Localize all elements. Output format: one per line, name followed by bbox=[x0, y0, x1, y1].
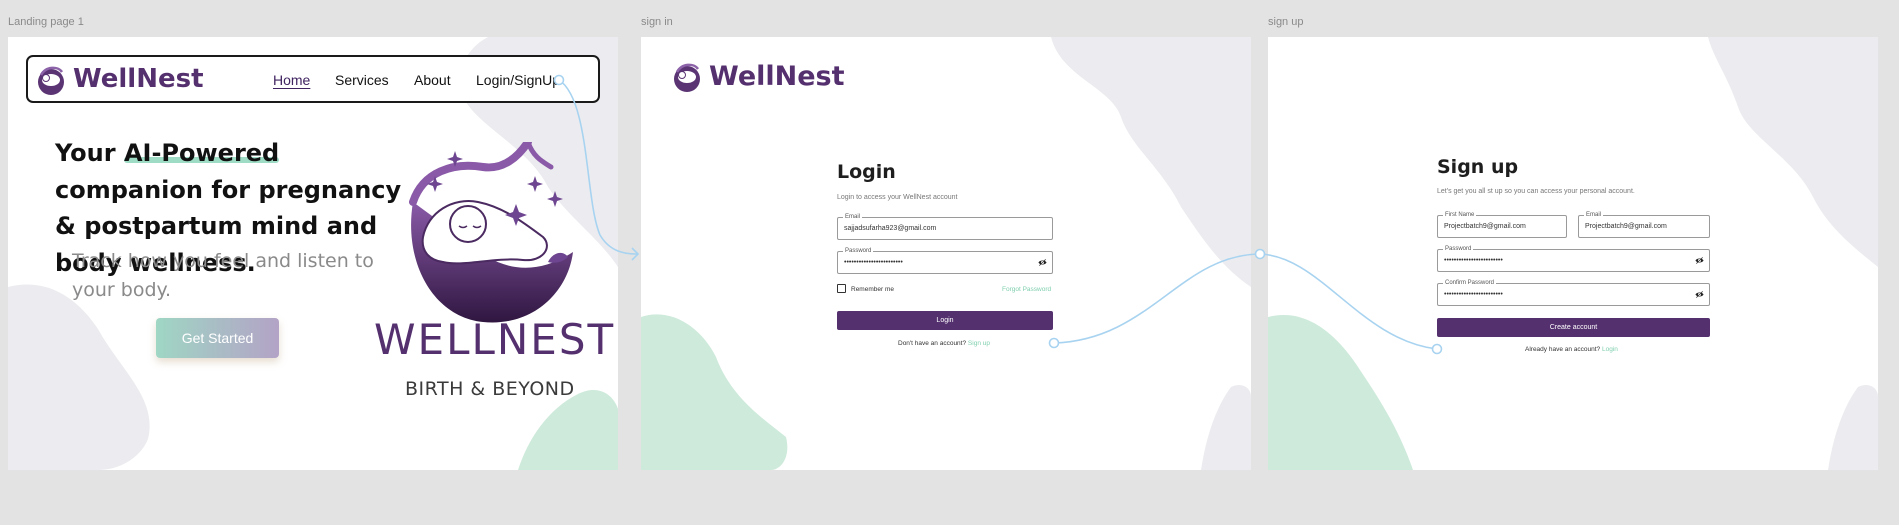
first-name-field[interactable]: First Name Projectbatch9@gmail.com bbox=[1437, 211, 1567, 238]
login-password-value: •••••••••••••••••••••••• bbox=[844, 259, 903, 266]
hero-heading-prefix: Your bbox=[55, 139, 124, 167]
first-name-label: First Name bbox=[1443, 211, 1477, 219]
nav-about[interactable]: About bbox=[414, 72, 451, 88]
nav-services[interactable]: Services bbox=[335, 72, 389, 88]
signup-prompt: Don't have an account? Sign up bbox=[898, 340, 990, 347]
connector-handle-icon[interactable] bbox=[1254, 248, 1266, 260]
baby-nest-illustration bbox=[409, 142, 573, 323]
login-email-label: Email bbox=[843, 213, 863, 221]
frame-label-signin: sign in bbox=[641, 16, 673, 28]
login-password-label: Password bbox=[843, 247, 874, 255]
signup-email-field[interactable]: Email Projectbatch9@gmail.com bbox=[1578, 211, 1710, 238]
login-title: Login bbox=[837, 161, 896, 183]
arrowhead-icon bbox=[631, 247, 640, 261]
signin-frame: WellNest Login Login to access your Well… bbox=[641, 37, 1251, 470]
first-name-value: Projectbatch9@gmail.com bbox=[1444, 223, 1526, 230]
login-subtitle: Login to access your WellNest account bbox=[837, 194, 958, 201]
forgot-password-link[interactable]: Forgot Password bbox=[1002, 286, 1051, 293]
signup-title: Sign up bbox=[1437, 156, 1519, 178]
brand-wordmark: WELLNEST bbox=[374, 315, 616, 364]
login-link[interactable]: Login bbox=[1602, 346, 1618, 353]
no-account-text: Don't have an account? bbox=[898, 340, 967, 347]
remember-me-label: Remember me bbox=[851, 286, 894, 293]
eye-icon[interactable] bbox=[1695, 256, 1704, 265]
signup-link[interactable]: Sign up bbox=[968, 340, 990, 347]
frame-label-signup: sign up bbox=[1268, 16, 1304, 28]
navbar-logo[interactable]: WellNest bbox=[34, 63, 204, 95]
signin-logo[interactable]: WellNest bbox=[670, 60, 845, 92]
landing-frame: WellNest Home Services About Login/SignU… bbox=[8, 37, 618, 470]
wellnest-logo-icon bbox=[674, 63, 700, 92]
signup-frame: Sign up Let's get you all st up so you c… bbox=[1268, 37, 1878, 470]
remember-me-checkbox[interactable] bbox=[837, 284, 846, 293]
signup-email-label: Email bbox=[1584, 211, 1604, 219]
wellnest-logo-icon bbox=[38, 66, 64, 95]
login-button[interactable]: Login bbox=[837, 311, 1053, 330]
nav-login-signup[interactable]: Login/SignUp bbox=[476, 72, 560, 88]
login-email-value: sajjadsufarha923@gmail.com bbox=[844, 225, 937, 232]
frame-label-landing: Landing page 1 bbox=[8, 16, 84, 28]
eye-icon[interactable] bbox=[1695, 290, 1704, 299]
have-account-text: Already have an account? bbox=[1525, 346, 1601, 353]
confirm-password-value: •••••••••••••••••••••••• bbox=[1444, 291, 1503, 298]
signup-subtitle: Let's get you all st up so you can acces… bbox=[1437, 188, 1635, 195]
create-account-button[interactable]: Create account bbox=[1437, 318, 1710, 337]
hero-subtitle: Track how you feel and listen to your bo… bbox=[72, 250, 374, 301]
login-prompt: Already have an account? Login bbox=[1525, 346, 1618, 353]
login-email-field[interactable]: Email sajjadsufarha923@gmail.com bbox=[837, 213, 1053, 240]
signup-password-label: Password bbox=[1443, 245, 1474, 253]
brand-tagline: BIRTH & BEYOND bbox=[405, 378, 575, 400]
top-navbar: WellNest Home Services About Login/SignU… bbox=[26, 55, 600, 103]
nav-home[interactable]: Home bbox=[273, 72, 310, 88]
signup-email-value: Projectbatch9@gmail.com bbox=[1585, 223, 1667, 230]
navbar-logo-text: WellNest bbox=[73, 64, 204, 94]
confirm-password-field[interactable]: Confirm Password •••••••••••••••••••••••… bbox=[1437, 279, 1710, 306]
eye-icon[interactable] bbox=[1038, 258, 1047, 267]
signin-logo-text: WellNest bbox=[709, 60, 845, 92]
login-password-field[interactable]: Password •••••••••••••••••••••••• bbox=[837, 247, 1053, 274]
hero-heading-highlight: AI-Powered bbox=[123, 139, 280, 167]
signup-password-value: •••••••••••••••••••••••• bbox=[1444, 257, 1503, 264]
get-started-button[interactable]: Get Started bbox=[156, 318, 279, 358]
signup-password-field[interactable]: Password •••••••••••••••••••••••• bbox=[1437, 245, 1710, 272]
confirm-password-label: Confirm Password bbox=[1443, 279, 1497, 287]
